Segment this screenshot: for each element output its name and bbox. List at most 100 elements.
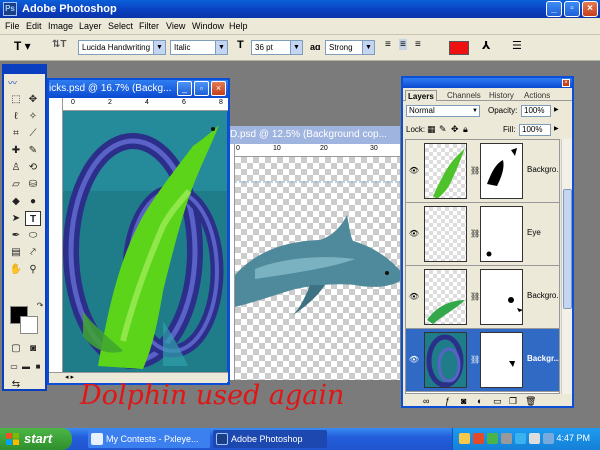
- jump-to-imageready-icon[interactable]: ⇆: [8, 377, 24, 392]
- layer-row[interactable]: 👁︎ ⛓︎ Backgro...: [406, 140, 559, 203]
- brush-tool-icon[interactable]: ✎: [25, 143, 41, 158]
- hand-tool-icon[interactable]: ✋: [8, 262, 24, 277]
- close-button[interactable]: ×: [582, 1, 598, 17]
- background-color[interactable]: [20, 316, 38, 334]
- crop-tool-icon[interactable]: ⌗: [8, 126, 24, 141]
- menu-window[interactable]: Window: [192, 21, 224, 31]
- menu-help[interactable]: Help: [229, 21, 248, 31]
- shape-tool-icon[interactable]: ⬭: [25, 228, 41, 243]
- adjustment-layer-icon[interactable]: ◐: [477, 396, 482, 406]
- lasso-tool-icon[interactable]: ℓ: [8, 109, 24, 124]
- blend-mode-select[interactable]: Normal ▼: [406, 105, 480, 117]
- start-button[interactable]: start: [0, 428, 72, 450]
- screen-mode-full-icon[interactable]: ■: [30, 359, 46, 374]
- network-icon[interactable]: [543, 433, 554, 444]
- chevron-right-icon[interactable]: ▶: [554, 125, 559, 132]
- text-orientation-icon[interactable]: ⇅T: [52, 39, 67, 50]
- history-brush-icon[interactable]: ⟲: [25, 160, 41, 175]
- type-tool-button[interactable]: T: [25, 211, 41, 226]
- restore-button[interactable]: ▫: [564, 1, 580, 17]
- menu-filter[interactable]: Filter: [139, 21, 159, 31]
- lock-image-icon[interactable]: ✎: [439, 124, 447, 135]
- font-size-select[interactable]: 36 pt ▼: [251, 40, 303, 55]
- dodge-tool-icon[interactable]: ●: [25, 194, 41, 209]
- quick-mask-icon[interactable]: ◙: [25, 341, 41, 356]
- visibility-eye-icon[interactable]: 👁︎: [408, 229, 420, 239]
- menu-edit[interactable]: Edit: [26, 21, 42, 31]
- pen-tool-icon[interactable]: ✒: [8, 228, 24, 243]
- document-minimize-button[interactable]: _: [177, 81, 192, 96]
- link-layers-icon[interactable]: ∞: [423, 396, 429, 406]
- type-tool-icon[interactable]: T ▾: [14, 39, 31, 53]
- visibility-eye-icon[interactable]: 👁︎: [408, 166, 420, 176]
- opacity-input[interactable]: 100%: [521, 105, 551, 117]
- minimize-button[interactable]: _: [546, 1, 562, 17]
- menu-layer[interactable]: Layer: [79, 21, 102, 31]
- path-selection-icon[interactable]: ➤: [8, 211, 24, 226]
- tab-history[interactable]: History: [487, 90, 516, 101]
- fill-input[interactable]: 100%: [519, 124, 551, 136]
- move-tool-icon[interactable]: ✥: [25, 92, 41, 107]
- tray-icon[interactable]: [487, 433, 498, 444]
- notes-tool-icon[interactable]: ▤: [8, 245, 24, 260]
- warp-text-icon[interactable]: ⅄: [482, 39, 490, 52]
- font-family-select[interactable]: Lucida Handwriting ▼: [78, 40, 166, 55]
- layer-row[interactable]: 👁︎ ⛓︎ Eye: [406, 203, 559, 266]
- visibility-eye-icon[interactable]: 👁︎: [408, 292, 420, 302]
- font-style-select[interactable]: Italic ▼: [170, 40, 228, 55]
- clone-stamp-icon[interactable]: ♙: [8, 160, 24, 175]
- document-maximize-button[interactable]: ▫: [194, 81, 209, 96]
- panel-close-button[interactable]: ×: [562, 79, 570, 87]
- slice-tool-icon[interactable]: ⟋: [25, 126, 41, 141]
- palettes-icon[interactable]: ☰: [512, 39, 522, 52]
- scrollbar-thumb[interactable]: [563, 189, 572, 309]
- tab-channels[interactable]: Channels: [445, 90, 483, 101]
- tray-icon[interactable]: [501, 433, 512, 444]
- menu-image[interactable]: Image: [48, 21, 73, 31]
- magic-wand-tool-icon[interactable]: ✧: [25, 109, 41, 124]
- document-canvas-1[interactable]: [63, 111, 227, 372]
- menu-file[interactable]: File: [5, 21, 20, 31]
- menu-view[interactable]: View: [166, 21, 185, 31]
- standard-mode-icon[interactable]: ▢: [8, 341, 24, 356]
- document-window-2[interactable]: D.psd @ 12.5% (Background cop... 0 10 20…: [230, 126, 400, 380]
- zoom-tool-icon[interactable]: ⚲: [25, 262, 41, 277]
- lock-position-icon[interactable]: ✥: [451, 124, 459, 135]
- layer-row[interactable]: 👁︎ ⛓︎ Backgro...: [406, 266, 559, 329]
- eyedropper-icon[interactable]: ⤤: [25, 245, 41, 260]
- document-canvas-2[interactable]: [235, 157, 400, 380]
- document-close-button[interactable]: ×: [211, 81, 226, 96]
- layer-row-selected[interactable]: 👁︎ ⛓︎ Backgr...: [406, 329, 559, 392]
- trash-icon[interactable]: 🗑︎: [525, 396, 536, 407]
- eraser-tool-icon[interactable]: ▱: [8, 177, 24, 192]
- lock-all-icon[interactable]: 🔒︎: [463, 124, 468, 135]
- tab-actions[interactable]: Actions: [522, 90, 552, 101]
- new-group-icon[interactable]: ▭: [493, 396, 502, 407]
- marquee-tool-icon[interactable]: ⬚: [8, 92, 24, 107]
- paint-bucket-icon[interactable]: ⛁: [25, 177, 41, 192]
- healing-brush-icon[interactable]: ✚: [8, 143, 24, 158]
- tray-icon[interactable]: [473, 433, 484, 444]
- layers-scrollbar[interactable]: [561, 139, 572, 394]
- visibility-eye-icon[interactable]: 👁︎: [408, 355, 420, 365]
- document-window-1[interactable]: icks.psd @ 16.7% (Backg... _ ▫ × 0 2 4 6…: [47, 78, 230, 385]
- layer-style-icon[interactable]: ƒ: [445, 396, 450, 406]
- text-color-swatch[interactable]: [449, 41, 469, 55]
- align-right-icon[interactable]: ≡: [415, 39, 421, 50]
- anti-alias-select[interactable]: Strong ▼: [325, 40, 375, 55]
- align-left-icon[interactable]: ≡: [385, 39, 391, 50]
- add-mask-icon[interactable]: ◙: [461, 396, 466, 406]
- status-arrow-icon[interactable]: ◂ ▸: [65, 373, 74, 381]
- swap-colors-icon[interactable]: ↷: [32, 298, 48, 313]
- speaker-icon[interactable]: [529, 433, 540, 444]
- taskbar-item-browser[interactable]: My Contests - Pxleye...: [88, 430, 210, 448]
- blur-tool-icon[interactable]: ◆: [8, 194, 24, 209]
- new-layer-icon[interactable]: ❐: [509, 396, 517, 407]
- menu-select[interactable]: Select: [108, 21, 133, 31]
- lock-transparency-icon[interactable]: ▦: [427, 124, 436, 135]
- chevron-right-icon[interactable]: ▶: [554, 106, 559, 113]
- tray-icon[interactable]: [515, 433, 526, 444]
- align-center-icon[interactable]: ≡: [399, 39, 407, 50]
- tab-layers[interactable]: Layers: [405, 90, 437, 101]
- tray-icon[interactable]: [459, 433, 470, 444]
